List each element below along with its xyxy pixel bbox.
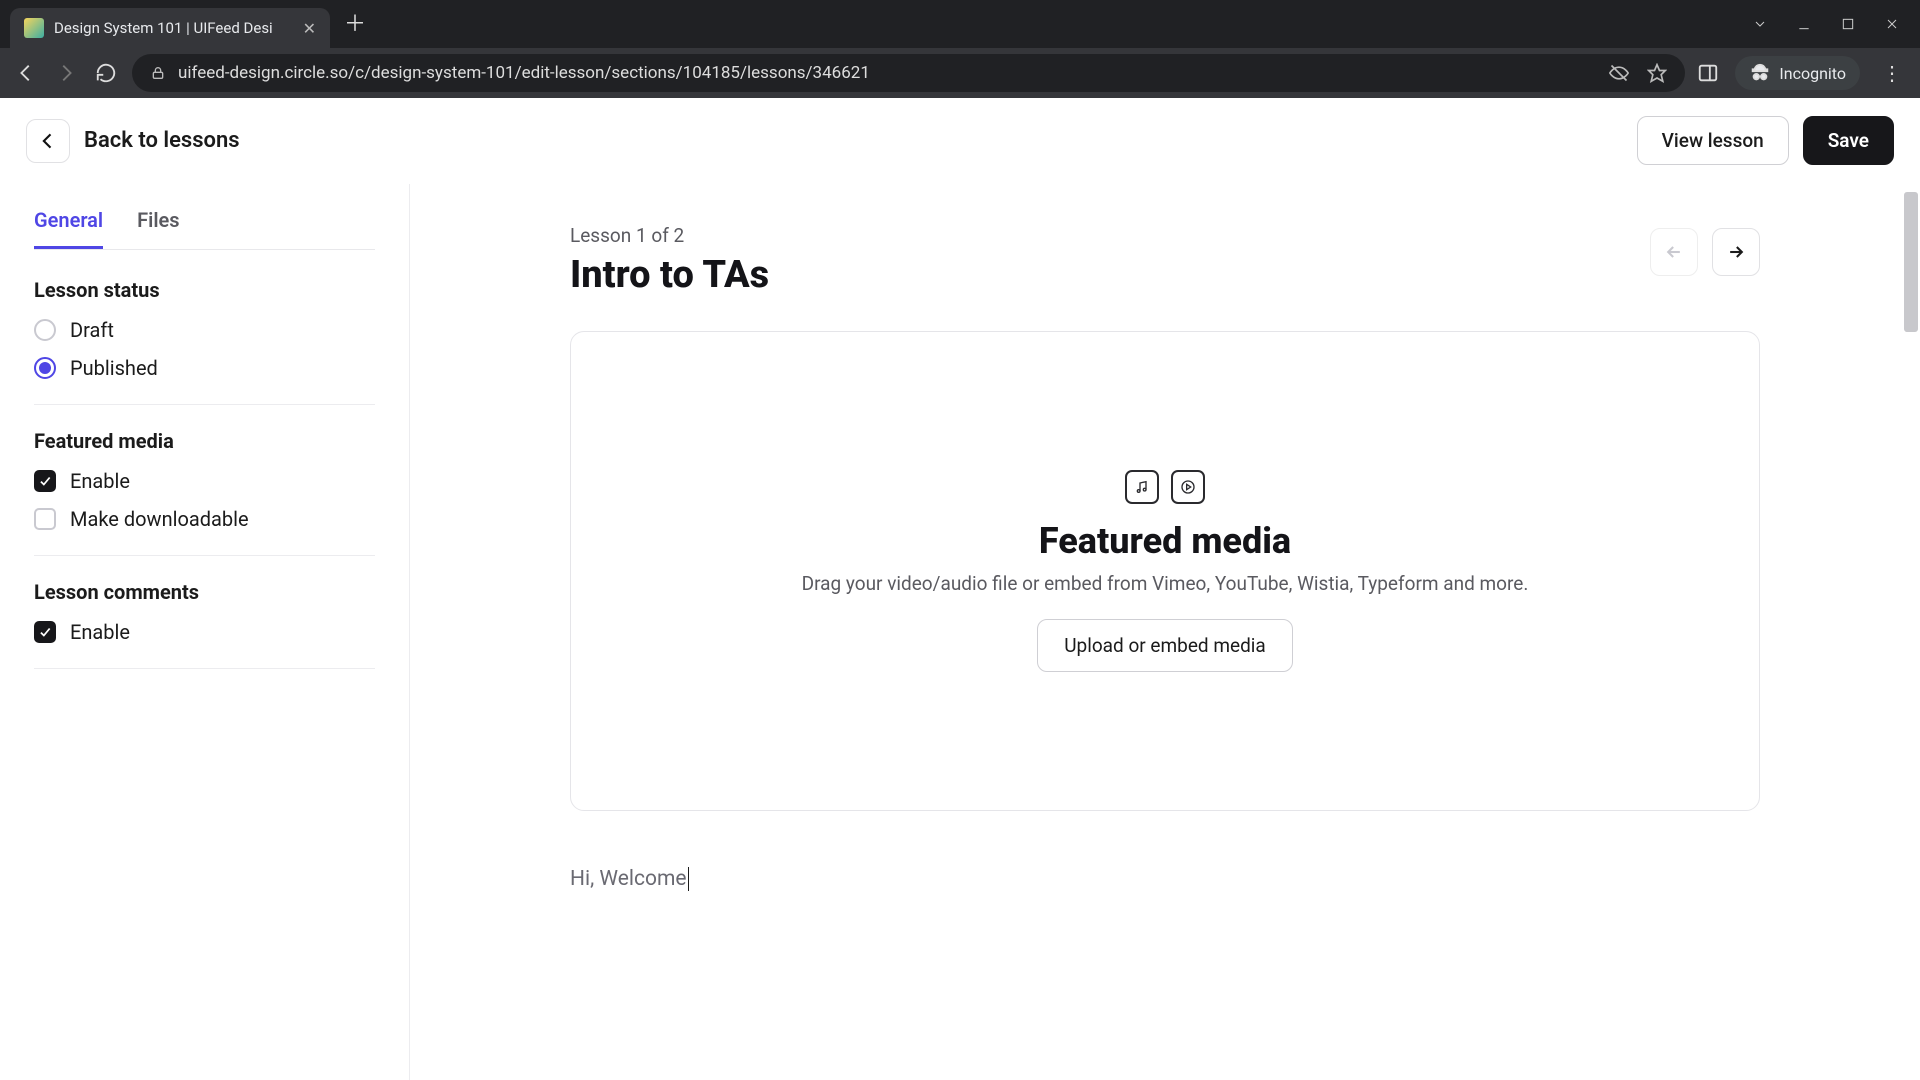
featured-media-title: Featured media xyxy=(34,429,375,453)
sidebar: General Files Lesson status Draft Publis… xyxy=(0,184,410,1080)
radio-selected-icon xyxy=(34,357,56,379)
bookmark-star-icon[interactable] xyxy=(1647,63,1667,83)
next-lesson-button[interactable] xyxy=(1712,228,1760,276)
featured-enable-option[interactable]: Enable xyxy=(34,469,375,493)
audio-icon xyxy=(1125,470,1159,504)
status-draft-option[interactable]: Draft xyxy=(34,318,375,342)
address-row: uifeed-design.circle.so/c/design-system-… xyxy=(0,48,1920,98)
incognito-badge[interactable]: Incognito xyxy=(1735,56,1860,90)
editor-text: Hi, Welcome xyxy=(570,867,687,891)
lesson-status-title: Lesson status xyxy=(34,278,375,302)
tab-general[interactable]: General xyxy=(34,208,103,249)
sidebar-tabs: General Files xyxy=(34,208,375,250)
lesson-nav xyxy=(1650,228,1760,276)
featured-download-label: Make downloadable xyxy=(70,507,249,531)
tab-files[interactable]: Files xyxy=(137,208,179,249)
window-controls xyxy=(1752,0,1920,48)
favicon-icon xyxy=(24,18,44,38)
window-close-icon[interactable] xyxy=(1884,16,1900,32)
nav-reload-icon[interactable] xyxy=(92,59,120,87)
video-icon xyxy=(1171,470,1205,504)
lesson-title[interactable]: Intro to TAs xyxy=(570,253,1760,297)
main-panel: Lesson 1 of 2 Intro to TAs Featured medi… xyxy=(410,184,1920,1080)
url-text: uifeed-design.circle.so/c/design-system-… xyxy=(178,63,1597,83)
back-label: Back to lessons xyxy=(84,128,240,153)
eye-off-icon[interactable] xyxy=(1609,63,1629,83)
text-caret-icon xyxy=(688,867,689,891)
comments-enable-label: Enable xyxy=(70,620,130,644)
media-subtitle: Drag your video/audio file or embed from… xyxy=(802,572,1529,595)
media-icons xyxy=(1125,470,1205,504)
nav-forward-icon[interactable] xyxy=(52,59,80,87)
close-tab-icon[interactable]: ✕ xyxy=(303,19,316,38)
back-button[interactable] xyxy=(26,119,70,163)
new-tab-button[interactable]: ＋ xyxy=(344,6,366,38)
status-published-option[interactable]: Published xyxy=(34,356,375,380)
lesson-body-editor[interactable]: Hi, Welcome xyxy=(570,867,1760,891)
save-button[interactable]: Save xyxy=(1803,116,1894,165)
toolbar-icons: Incognito ⋮ xyxy=(1697,56,1908,90)
tab-strip: Design System 101 | UIFeed Desi ✕ ＋ xyxy=(0,0,1920,48)
scroll-thumb[interactable] xyxy=(1904,192,1918,332)
featured-download-option[interactable]: Make downloadable xyxy=(34,507,375,531)
view-lesson-button[interactable]: View lesson xyxy=(1637,116,1789,165)
featured-media-dropzone[interactable]: Featured media Drag your video/audio fil… xyxy=(570,331,1760,811)
browser-menu-icon[interactable]: ⋮ xyxy=(1876,61,1908,85)
checkbox-checked-icon xyxy=(34,621,56,643)
checkbox-checked-icon xyxy=(34,470,56,492)
window-minimize-icon[interactable] xyxy=(1796,16,1812,32)
checkbox-icon xyxy=(34,508,56,530)
browser-tab[interactable]: Design System 101 | UIFeed Desi ✕ xyxy=(10,8,330,48)
app-header: Back to lessons View lesson Save xyxy=(0,98,1920,184)
status-published-label: Published xyxy=(70,356,158,380)
app-body: General Files Lesson status Draft Publis… xyxy=(0,184,1920,1080)
app: Back to lessons View lesson Save General… xyxy=(0,98,1920,1080)
media-title: Featured media xyxy=(1039,520,1291,562)
tab-overflow-icon[interactable] xyxy=(1752,16,1768,32)
window-maximize-icon[interactable] xyxy=(1840,16,1856,32)
upload-media-button[interactable]: Upload or embed media xyxy=(1037,619,1293,672)
scrollbar[interactable] xyxy=(1904,184,1918,1080)
featured-enable-label: Enable xyxy=(70,469,130,493)
radio-icon xyxy=(34,319,56,341)
arrow-right-icon xyxy=(1726,242,1746,262)
nav-back-icon[interactable] xyxy=(12,59,40,87)
incognito-icon xyxy=(1749,62,1771,84)
lesson-comments-title: Lesson comments xyxy=(34,580,375,604)
lock-icon[interactable] xyxy=(150,65,166,81)
arrow-left-icon xyxy=(1664,242,1684,262)
incognito-label: Incognito xyxy=(1779,64,1846,83)
prev-lesson-button xyxy=(1650,228,1698,276)
address-bar[interactable]: uifeed-design.circle.so/c/design-system-… xyxy=(132,54,1685,92)
chevron-left-icon xyxy=(38,131,58,151)
lesson-counter: Lesson 1 of 2 xyxy=(570,224,1760,247)
tab-title: Design System 101 | UIFeed Desi xyxy=(54,19,293,37)
browser-chrome: Design System 101 | UIFeed Desi ✕ ＋ uife… xyxy=(0,0,1920,98)
status-draft-label: Draft xyxy=(70,318,114,342)
comments-enable-option[interactable]: Enable xyxy=(34,620,375,644)
side-panel-icon[interactable] xyxy=(1697,62,1719,84)
